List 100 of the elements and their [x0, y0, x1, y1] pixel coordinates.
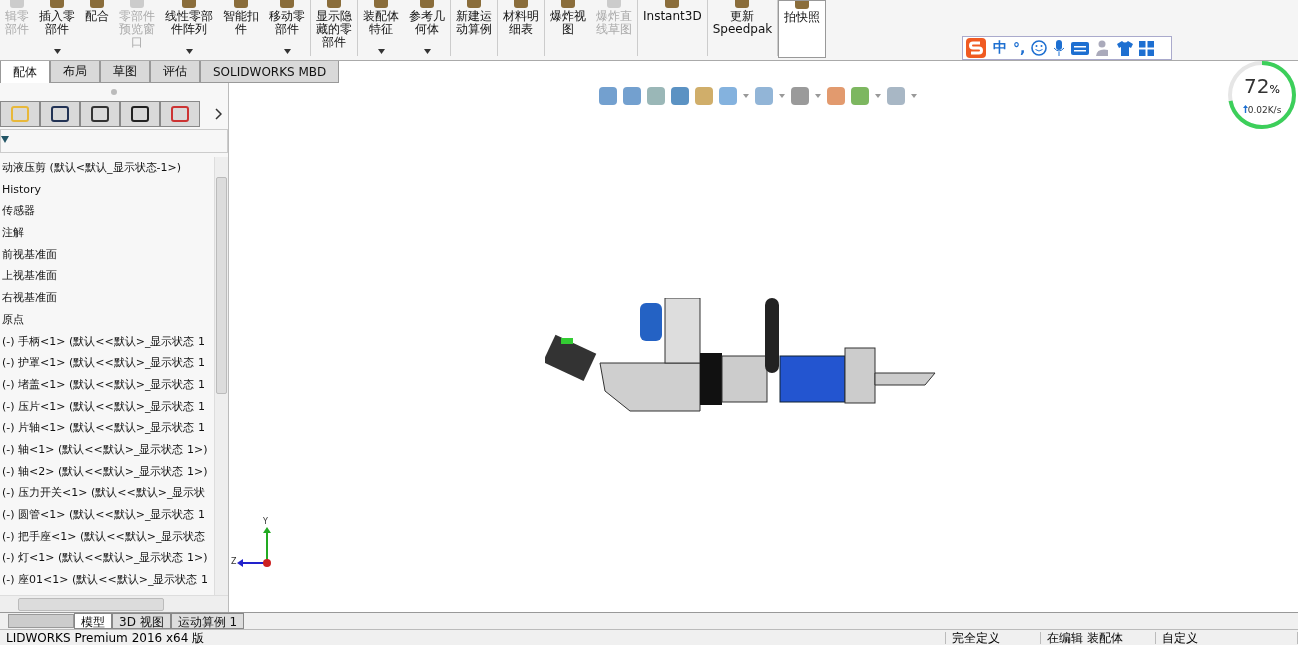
- tool-icon: [420, 0, 434, 8]
- panel-icon: [50, 105, 70, 123]
- up-arrow-icon: [1242, 104, 1248, 113]
- tree-item[interactable]: (-) 护罩<1> (默认<<默认>_显示状态 1: [0, 352, 214, 374]
- tab-navigation-buttons[interactable]: [8, 614, 74, 628]
- tool-icon: [10, 0, 24, 8]
- view-tool-icon[interactable]: [827, 87, 845, 105]
- view-tool-icon[interactable]: [623, 87, 641, 105]
- panel-tab[interactable]: [80, 101, 120, 127]
- percent-unit: %: [1269, 82, 1280, 96]
- horizontal-scrollbar[interactable]: [0, 595, 228, 612]
- tree-item[interactable]: (-) 把手座<1> (默认<<默认>_显示状态: [0, 525, 214, 548]
- panel-icon: [130, 105, 150, 123]
- shirt-icon[interactable]: [1117, 40, 1134, 56]
- tool-icon: [467, 0, 481, 8]
- tree-item[interactable]: 动液压剪 (默认<默认_显示状态-1>): [0, 157, 214, 179]
- tool-icon: [514, 0, 528, 8]
- view-tool-icon[interactable]: [755, 87, 773, 105]
- vertical-scrollbar[interactable]: [214, 157, 228, 595]
- status-text: 自定义: [1156, 631, 1298, 644]
- tree-item[interactable]: 上视基准面: [0, 265, 214, 288]
- tree-item[interactable]: (-) 压力开关<1> (默认<<默认>_显示状: [0, 482, 214, 504]
- tool-icon: [50, 0, 64, 8]
- tree-item[interactable]: 传感器: [0, 200, 214, 223]
- tool-icon: [561, 0, 575, 8]
- tree-item[interactable]: (-) 手柄<1> (默认<<默认>_显示状态 1: [0, 330, 214, 353]
- command-tab[interactable]: 布局: [50, 61, 100, 83]
- tool-icon: [280, 0, 294, 8]
- command-tab[interactable]: 草图: [100, 61, 150, 83]
- caret-icon[interactable]: [875, 94, 881, 98]
- toolbar-button[interactable]: 显示隐 藏的零 部件: [311, 0, 357, 58]
- view-tool-icon[interactable]: [851, 87, 869, 105]
- toolbar-button[interactable]: 移动零 部件: [264, 0, 310, 58]
- status-text: LIDWORKS Premium 2016 x64 版: [0, 631, 947, 644]
- view-tool-icon[interactable]: [719, 87, 737, 105]
- toolbar-button[interactable]: 爆炸视 图: [545, 0, 591, 58]
- toolbar-button[interactable]: 更新 Speedpak: [707, 0, 778, 58]
- tree-item[interactable]: (-) 片轴<1> (默认<<默认>_显示状态 1: [0, 417, 214, 439]
- tree-item[interactable]: (-) 灯<1> (默认<<默认>_显示状态 1>): [0, 547, 214, 570]
- toolbar-button[interactable]: 拍快照: [778, 0, 827, 58]
- tool-icon: [182, 0, 196, 8]
- view-tool-icon[interactable]: [671, 87, 689, 105]
- bottom-tab[interactable]: 3D 视图: [112, 613, 171, 629]
- tree-item[interactable]: 前视基准面: [0, 243, 214, 266]
- status-text: 完全定义: [946, 631, 1042, 644]
- status-text: 在编辑 装配体: [1041, 631, 1156, 644]
- grid-icon[interactable]: [1139, 40, 1155, 56]
- toolbar-button[interactable]: 装配体 特征: [358, 0, 404, 58]
- view-tool-icon[interactable]: [695, 87, 713, 105]
- toolbar-button[interactable]: 材料明 细表: [498, 0, 544, 58]
- view-tool-icon[interactable]: [647, 87, 665, 105]
- toolbar-button[interactable]: 参考几 何体: [404, 0, 450, 58]
- smiley-icon[interactable]: [1031, 40, 1048, 56]
- tree-item[interactable]: (-) 轴<1> (默认<<默认>_显示状态 1>): [0, 438, 214, 461]
- tool-icon: [795, 1, 810, 9]
- command-tab[interactable]: 配体: [0, 61, 50, 83]
- upload-speed: 0.02K/s: [1247, 104, 1282, 115]
- tree-item[interactable]: 注解: [0, 222, 214, 244]
- ime-punct-toggle[interactable]: °,: [1013, 40, 1026, 56]
- caret-icon[interactable]: [815, 94, 821, 98]
- tool-icon: [735, 0, 750, 8]
- tree-item[interactable]: (-) 堵盖<1> (默认<<默认>_显示状态 1: [0, 373, 214, 396]
- tree-item[interactable]: 右视基准面: [0, 287, 214, 309]
- tree-item[interactable]: History: [0, 178, 214, 201]
- toolbar-button[interactable]: Instant3D: [638, 0, 707, 58]
- tool-icon: [234, 0, 248, 8]
- command-tab[interactable]: SOLIDWORKS MBD: [200, 61, 340, 83]
- panel-tab[interactable]: [40, 101, 80, 127]
- toolbar-button[interactable]: 配合: [80, 0, 114, 58]
- tree-item[interactable]: (-) 座01<1> (默认<<默认>_显示状态 1: [0, 569, 214, 591]
- axis-label: Z: [231, 557, 237, 566]
- toolbar-button[interactable]: 插入零 部件: [34, 0, 80, 58]
- caret-icon[interactable]: [743, 94, 749, 98]
- filter-field[interactable]: [0, 129, 228, 153]
- tree-item[interactable]: 原点: [0, 308, 214, 331]
- panel-tab[interactable]: [120, 101, 160, 127]
- panel-icon: [170, 105, 190, 123]
- tool-icon: [90, 0, 104, 8]
- tree-item[interactable]: (-) 压片<1> (默认<<默认>_显示状态 1: [0, 395, 214, 418]
- tool-icon: [327, 0, 341, 8]
- caret-icon[interactable]: [779, 94, 785, 98]
- keyboard-icon[interactable]: [1071, 41, 1090, 55]
- chevron-right-icon[interactable]: [215, 108, 222, 120]
- bottom-tab[interactable]: 模型: [74, 613, 112, 629]
- tree-item[interactable]: (-) 圆管<1> (默认<<默认>_显示状态 1: [0, 504, 214, 526]
- view-tool-icon[interactable]: [599, 87, 617, 105]
- view-tool-icon[interactable]: [791, 87, 809, 105]
- command-tab[interactable]: 评估: [150, 61, 200, 83]
- toolbar-button[interactable]: 线性零部 件阵列: [160, 0, 218, 58]
- tree-item[interactable]: (-) 轴<2> (默认<<默认>_显示状态 1>): [0, 460, 214, 483]
- microphone-icon[interactable]: [1053, 40, 1066, 56]
- tool-icon: [607, 0, 621, 8]
- caret-icon[interactable]: [911, 94, 917, 98]
- toolbar-button[interactable]: 新建运 动算例: [451, 0, 497, 58]
- toolbar-button[interactable]: 智能扣 件: [218, 0, 264, 58]
- panel-icon: [10, 105, 30, 123]
- bottom-tab[interactable]: 运动算例 1: [170, 613, 245, 629]
- splitter-handle[interactable]: [111, 89, 117, 95]
- view-tool-icon[interactable]: [887, 87, 905, 105]
- ime-mode-toggle[interactable]: 中: [993, 39, 1007, 57]
